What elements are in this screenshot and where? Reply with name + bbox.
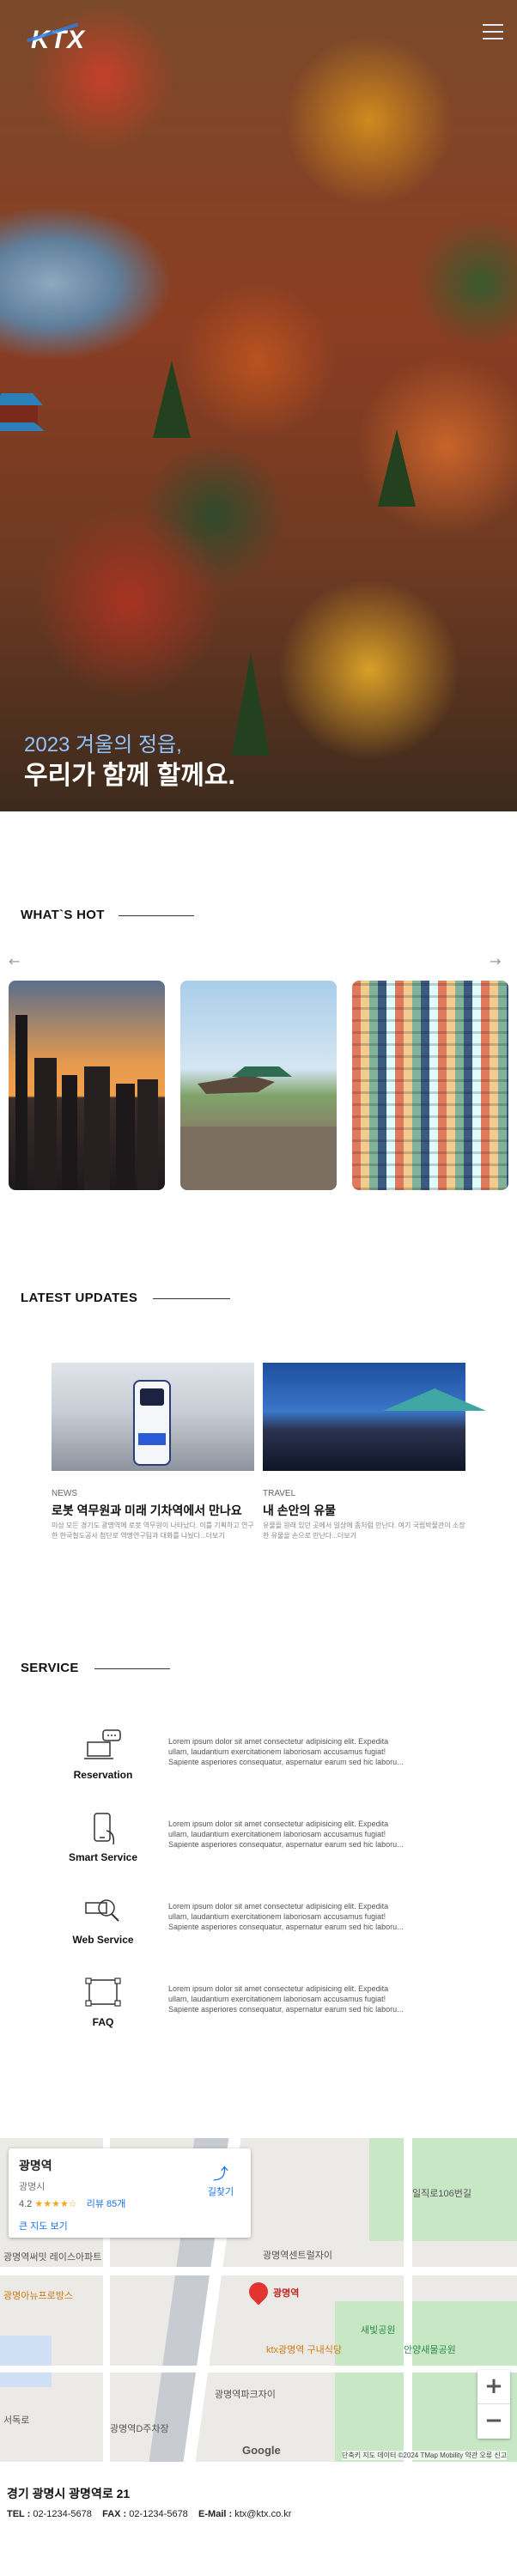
footer-address: 경기 광명시 광명역로 21 bbox=[7, 2487, 131, 2500]
map-label: ktx광명역 구내식당 bbox=[266, 2345, 342, 2355]
update-category: NEWS bbox=[52, 1489, 77, 1498]
map-label: 광명역D주차장 bbox=[110, 2424, 169, 2434]
map-label: 광명역써밋 레이스아파트 bbox=[3, 2252, 102, 2263]
temple-cliff-image bbox=[180, 1066, 337, 1190]
faq-frame-icon bbox=[85, 1978, 121, 2007]
update-description: 미상 모든 경기도 광명역에 로봇 역무원이 나타났다. 이를 기획하고 연구한… bbox=[52, 1522, 254, 1540]
heading-divider bbox=[119, 915, 194, 916]
map-label: 광명역 bbox=[273, 2288, 300, 2299]
directions-button[interactable]: ⤴ 길찾기 bbox=[201, 2162, 240, 2198]
map-place-card: 광명역 광명시 4.2 ★★★★☆ 리뷰 85개 큰 지도 보기 ⤴ 길찾기 bbox=[9, 2148, 251, 2238]
rating-stars-icon: ★★★★☆ bbox=[34, 2199, 77, 2209]
whats-hot-heading: WHAT`S HOT bbox=[21, 908, 105, 922]
hot-card-city-sunset[interactable] bbox=[9, 981, 165, 1190]
heading-divider bbox=[153, 1298, 230, 1299]
prev-arrow-icon[interactable]: ← bbox=[9, 953, 20, 969]
update-title[interactable]: 내 손안의 유물 bbox=[263, 1502, 465, 1519]
update-category: TRAVEL bbox=[263, 1489, 296, 1498]
rating-value: 4.2 bbox=[19, 2199, 33, 2209]
directions-label: 길찾기 bbox=[207, 2187, 234, 2197]
email-label: E-Mail : bbox=[198, 2509, 233, 2519]
hero-subtitle: 2023 겨울의 정읍, bbox=[24, 733, 182, 756]
service-description: Lorem ipsum dolor sit amet consectetur a… bbox=[168, 1737, 404, 1766]
map-zoom-control[interactable]: + − bbox=[477, 2370, 510, 2439]
update-image-robot[interactable] bbox=[52, 1363, 254, 1471]
hot-card-colorful-village[interactable] bbox=[352, 981, 508, 1190]
service-description: Lorem ipsum dolor sit amet consectetur a… bbox=[168, 1984, 404, 2014]
map-road bbox=[0, 2366, 517, 2372]
service-label-reservation[interactable]: Reservation bbox=[52, 1769, 155, 1781]
fax-label: FAX : bbox=[102, 2509, 127, 2519]
tel-label: TEL : bbox=[7, 2509, 31, 2519]
pine-tree-shape bbox=[378, 429, 416, 507]
smartphone-hand-icon bbox=[94, 1813, 115, 1845]
service-label-web[interactable]: Web Service bbox=[52, 1934, 155, 1946]
map-attribution: 단축키 지도 데이터 ©2024 TMap Mobility 약관 오류 신고 bbox=[342, 2451, 508, 2460]
pavilion-shape bbox=[0, 393, 45, 431]
map-label: 안양새물공원 bbox=[404, 2345, 456, 2355]
robot-figure bbox=[133, 1380, 171, 1466]
zoom-out-button[interactable]: − bbox=[477, 2404, 510, 2439]
map-label: 새빛공원 bbox=[361, 2325, 396, 2336]
latest-updates-heading: LATEST UPDATES bbox=[21, 1291, 138, 1305]
email-value[interactable]: ktx@ktx.co.kr bbox=[234, 2509, 291, 2519]
zoom-in-button[interactable]: + bbox=[477, 2370, 510, 2404]
map-road bbox=[0, 2267, 517, 2275]
google-logo: Google bbox=[242, 2444, 281, 2457]
pine-tree-shape bbox=[232, 653, 270, 756]
service-description: Lorem ipsum dolor sit amet consectetur a… bbox=[168, 1820, 404, 1849]
directions-arrow-icon: ⤴ bbox=[213, 2166, 228, 2183]
bigger-map-link[interactable]: 큰 지도 보기 bbox=[19, 2219, 240, 2233]
map-place-rating: 4.2 ★★★★☆ 리뷰 85개 bbox=[19, 2196, 240, 2210]
map-label: 광명역센트럴자이 bbox=[263, 2251, 332, 2261]
map-water-area bbox=[0, 2336, 52, 2387]
update-title[interactable]: 로봇 역무원과 미래 기차역에서 만나요 bbox=[52, 1502, 254, 1519]
chat-laptop-icon bbox=[84, 1729, 121, 1759]
city-skyline-image bbox=[15, 1015, 158, 1190]
service-label-smart[interactable]: Smart Service bbox=[52, 1851, 155, 1863]
next-arrow-icon[interactable]: → bbox=[490, 953, 501, 969]
service-heading: SERVICE bbox=[21, 1661, 79, 1675]
service-description: Lorem ipsum dolor sit amet consectetur a… bbox=[168, 1902, 404, 1931]
update-description: 유물을 원래 있던 곳에서 일상에 좀처럼 만난다. 여기 국립박물관이 소장한… bbox=[263, 1522, 465, 1540]
map-label: 광명역파크자이 bbox=[215, 2390, 276, 2400]
google-map-embed[interactable]: 일직로106번길 광명역써밋 레이스아파트 광명아뉴프로방스 광명역센트럴자이 … bbox=[0, 2138, 517, 2462]
hamburger-menu-icon[interactable] bbox=[483, 24, 503, 43]
hot-card-temple-cliff[interactable] bbox=[180, 981, 337, 1190]
tel-value: 02-1234-5678 bbox=[33, 2509, 92, 2519]
map-location-pin-icon[interactable] bbox=[245, 2278, 272, 2306]
hero-banner: KTX 2023 겨울의 정읍, 우리가 함께 할께요. bbox=[0, 0, 517, 811]
ktx-logo[interactable]: KTX bbox=[31, 26, 85, 55]
heading-divider bbox=[94, 1668, 170, 1669]
footer-contact: TEL : 02-1234-5678 FAX : 02-1234-5678 E-… bbox=[7, 2509, 291, 2519]
map-road bbox=[404, 2138, 412, 2462]
map-label: 서독로 bbox=[3, 2415, 30, 2426]
fax-value: 02-1234-5678 bbox=[129, 2509, 188, 2519]
reviews-link[interactable]: 리뷰 85개 bbox=[87, 2199, 126, 2209]
hero-title: 우리가 함께 할께요. bbox=[24, 762, 235, 790]
magnifier-web-icon bbox=[85, 1899, 119, 1922]
pine-tree-shape bbox=[153, 361, 191, 438]
map-label: 광명아뉴프로방스 bbox=[3, 2291, 73, 2301]
update-image-artifact[interactable] bbox=[263, 1363, 486, 1471]
service-label-faq[interactable]: FAQ bbox=[52, 2016, 155, 2028]
pavilion-roof-shape bbox=[383, 1388, 486, 1411]
map-label: 일직로106번길 bbox=[412, 2189, 471, 2199]
